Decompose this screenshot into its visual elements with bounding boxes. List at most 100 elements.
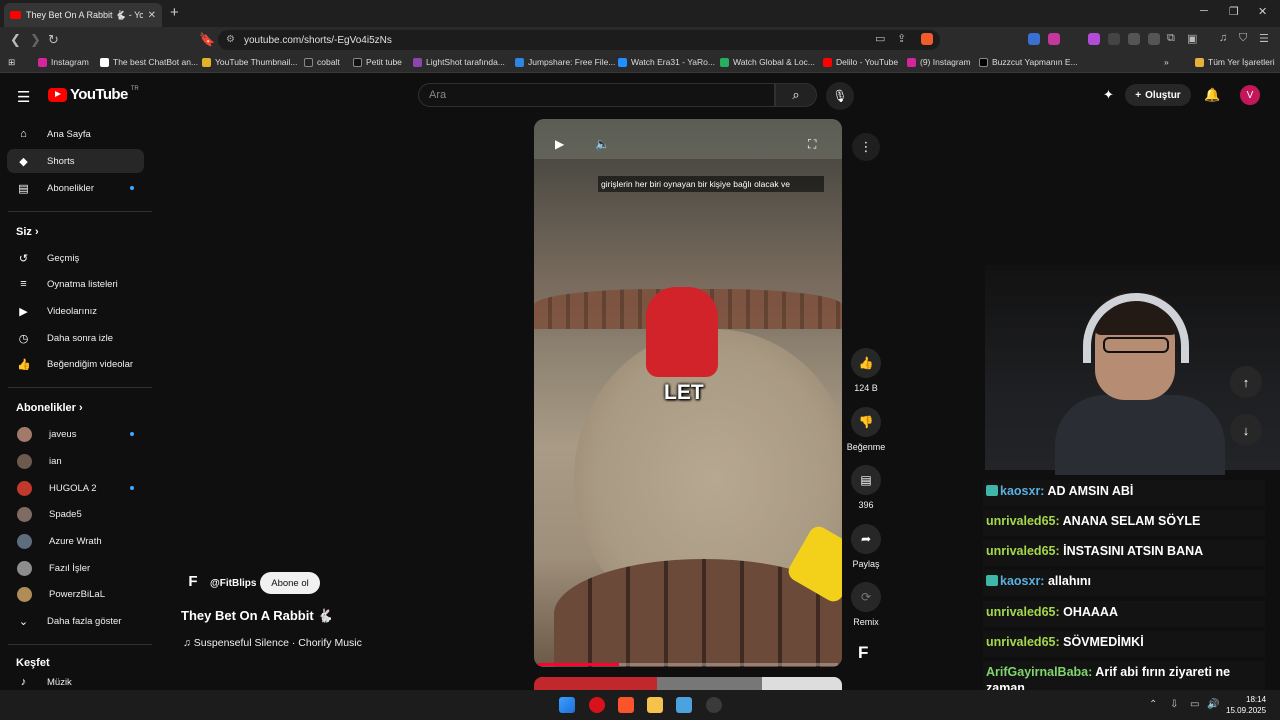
- tray-chevron-icon[interactable]: ⌃: [1149, 699, 1157, 710]
- address-bar[interactable]: ⚙ youtube.com/shorts/-EgVo4i5zNs: [218, 30, 940, 50]
- youtube-logo[interactable]: YouTube TR: [48, 86, 139, 103]
- previous-short-button[interactable]: ↑: [1230, 366, 1262, 398]
- sidebar-item-subscription[interactable]: Azure Wrath: [7, 529, 144, 553]
- windows-start-icon[interactable]: [559, 697, 575, 713]
- extensions-puzzle-icon[interactable]: ⧉: [1167, 32, 1175, 45]
- back-button[interactable]: ❮: [10, 32, 21, 48]
- channel-avatar-small[interactable]: F: [858, 643, 868, 663]
- minimize-button[interactable]: ─: [1200, 5, 1208, 17]
- more-options-button[interactable]: ⋮: [852, 133, 880, 161]
- fullscreen-icon[interactable]: ⛶: [808, 137, 816, 152]
- sidebar-item-liked-videos[interactable]: 👍 Beğendiğim videolar: [7, 352, 144, 376]
- remix-button[interactable]: ⟳ Remix: [845, 582, 887, 627]
- you-section-heading[interactable]: Siz ›: [16, 226, 39, 238]
- menu-icon[interactable]: ☰: [1259, 32, 1269, 45]
- window-close-button[interactable]: ✕: [1258, 5, 1267, 18]
- bookmark-item[interactable]: Buzzcut Yapmanın E...: [979, 57, 1078, 67]
- ai-sparkle-icon[interactable]: ✦: [1103, 87, 1114, 103]
- extension-icon[interactable]: [1108, 33, 1120, 45]
- subscribe-button[interactable]: Abone ol: [260, 572, 320, 594]
- search-input[interactable]: Ara: [418, 83, 775, 107]
- play-icon[interactable]: ▶: [555, 137, 564, 151]
- forward-button[interactable]: ❯: [30, 32, 41, 48]
- shorts-video-player[interactable]: ▶ 🔈 ⛶ girişlerin her biri oynayan bir ki…: [534, 119, 842, 667]
- extension-icon[interactable]: [1088, 33, 1100, 45]
- bookmark-item[interactable]: Delilo - YouTube: [823, 57, 898, 67]
- tray-icon[interactable]: ⇩: [1170, 699, 1178, 710]
- sidebar-item-history[interactable]: ↺ Geçmiş: [7, 246, 144, 270]
- bookmark-item[interactable]: Petit tube: [353, 57, 402, 67]
- sidebar-item-your-videos[interactable]: ▶ Videolarınız: [7, 299, 144, 323]
- volume-icon[interactable]: 🔈: [595, 137, 610, 151]
- more-bookmarks-icon[interactable]: »: [1164, 57, 1169, 67]
- bookmark-item[interactable]: cobalt: [304, 57, 340, 67]
- share-icon[interactable]: ⇪: [897, 32, 906, 45]
- system-clock[interactable]: 18:14 15.09.2025: [1226, 694, 1266, 716]
- search-button[interactable]: ⌕: [775, 83, 817, 107]
- volume-tray-icon[interactable]: 🔊: [1207, 699, 1219, 710]
- create-button[interactable]: + Oluştur: [1125, 84, 1191, 106]
- bookmark-item[interactable]: Watch Global & Loc...: [720, 57, 815, 67]
- sidebar-item-shorts[interactable]: ◆ Shorts: [7, 149, 144, 173]
- brave-icon[interactable]: [618, 697, 634, 713]
- bookmark-item[interactable]: Jumpshare: Free File...: [515, 57, 615, 67]
- file-explorer-icon[interactable]: [647, 697, 663, 713]
- subscriptions-section-heading[interactable]: Abonelikler ›: [16, 402, 83, 414]
- sidebar-item-music[interactable]: ♪ Müzik: [7, 674, 144, 690]
- network-icon[interactable]: ▭: [1190, 699, 1199, 710]
- sidebar-toggle-icon[interactable]: ▣: [1187, 32, 1197, 45]
- cast-icon[interactable]: ▭: [875, 32, 885, 45]
- apps-grid-icon[interactable]: ⊞: [8, 57, 15, 68]
- channel-avatar[interactable]: F: [183, 573, 203, 593]
- chat-username: kaosxr:: [1000, 574, 1045, 588]
- bookmark-item[interactable]: The best ChatBot an...: [100, 57, 198, 67]
- channel-handle[interactable]: @FitBlips: [210, 578, 256, 589]
- sidebar-item-subscriptions[interactable]: ▤ Abonelikler: [7, 176, 144, 200]
- guide-menu-icon[interactable]: ☰: [17, 88, 30, 106]
- sidebar-item-subscription[interactable]: HUGOLA 2: [7, 476, 144, 500]
- show-more-button[interactable]: ⌄ Daha fazla göster: [7, 609, 144, 633]
- sidebar-item-playlists[interactable]: ≡ Oynatma listeleri: [7, 272, 144, 296]
- share-button[interactable]: ➦ Paylaş: [845, 524, 887, 569]
- sidebar-item-subscription[interactable]: Spade5: [7, 502, 144, 526]
- app-icon[interactable]: [676, 697, 692, 713]
- all-bookmarks-folder[interactable]: Tüm Yer İşaretleri: [1195, 57, 1275, 67]
- next-short-button[interactable]: ↓: [1230, 414, 1262, 446]
- notifications-bell-icon[interactable]: 🔔: [1204, 87, 1220, 103]
- bookmark-item[interactable]: (9) Instagram: [907, 57, 971, 67]
- sidebar-item-subscription[interactable]: Fazıl İşler: [7, 556, 144, 580]
- extension-icon[interactable]: [1148, 33, 1160, 45]
- vpn-shield-icon[interactable]: ⛉: [1239, 32, 1247, 45]
- music-credit[interactable]: ♫ Suspenseful Silence · Chorify Music: [183, 637, 362, 649]
- extension-icon[interactable]: [1028, 33, 1040, 45]
- reload-button[interactable]: ↻: [48, 32, 59, 48]
- sidebar-item-subscription[interactable]: ian: [7, 449, 144, 473]
- close-tab-icon[interactable]: ✕: [148, 10, 156, 21]
- sidebar-item-watch-later[interactable]: ◷ Daha sonra izle: [7, 326, 144, 350]
- extension-icon[interactable]: [1048, 33, 1060, 45]
- restore-button[interactable]: ❐: [1229, 5, 1239, 18]
- dislike-button[interactable]: 👎 Beğenme: [845, 407, 887, 452]
- bookmark-item[interactable]: YouTube Thumbnail...: [202, 57, 297, 67]
- extension-icon[interactable]: [1128, 33, 1140, 45]
- bookmark-page-icon[interactable]: 🔖: [199, 32, 215, 48]
- music-icon[interactable]: ♫: [1219, 32, 1227, 44]
- sidebar-item-home[interactable]: ⌂ Ana Sayfa: [7, 122, 144, 146]
- new-tab-button[interactable]: +: [170, 4, 179, 21]
- brave-shield-icon[interactable]: [921, 33, 933, 45]
- video-progress-bar[interactable]: [538, 663, 838, 666]
- obs-icon[interactable]: [706, 697, 722, 713]
- account-avatar[interactable]: V: [1240, 85, 1260, 105]
- sidebar-item-subscription[interactable]: javeus: [7, 422, 144, 446]
- opera-icon[interactable]: [589, 697, 605, 713]
- like-button[interactable]: 👍 124 B: [845, 348, 887, 393]
- bookmark-item[interactable]: Watch Era31 - YaRo...: [618, 57, 715, 67]
- browser-tab-active[interactable]: They Bet On A Rabbit 🐇 - Yo ✕: [4, 3, 162, 27]
- sidebar: ⌂ Ana Sayfa ◆ Shorts ▤ Abonelikler Siz › ↺ G…: [0, 117, 152, 720]
- voice-search-button[interactable]: 🎙: [826, 82, 854, 110]
- site-info-icon[interactable]: ⚙: [226, 34, 235, 45]
- sidebar-item-subscription[interactable]: PowerzBiLaL: [7, 582, 144, 606]
- bookmark-item[interactable]: LightShot tarafında...: [413, 57, 505, 67]
- comments-button[interactable]: ▤ 396: [845, 465, 887, 510]
- bookmark-item[interactable]: Instagram: [38, 57, 89, 67]
